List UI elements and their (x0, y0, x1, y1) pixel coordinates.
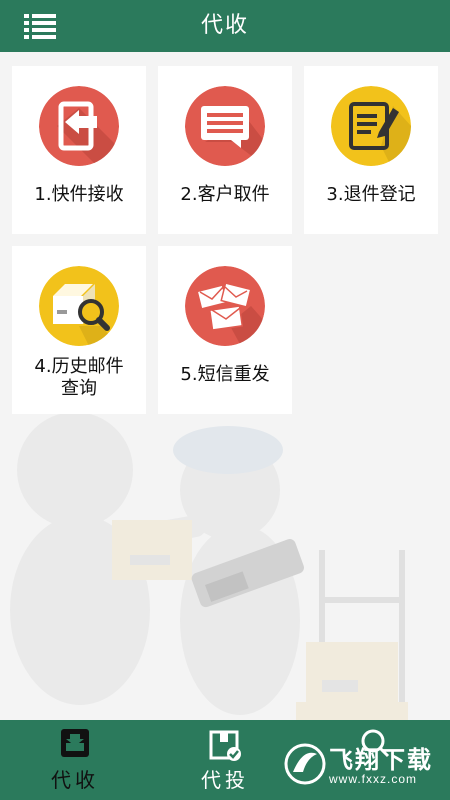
envelopes-icon (185, 266, 265, 346)
tile-label: 3.退件登记 (326, 184, 416, 205)
box-check-icon (208, 726, 242, 766)
tile-label-line1: 4.历史邮件 (34, 356, 124, 377)
tile-label: 5.短信重发 (180, 364, 270, 385)
page-title: 代收 (200, 13, 249, 38)
tab-label: 代投 (201, 768, 249, 792)
sign-in-icon (39, 86, 119, 166)
tab-deliver[interactable]: 代投 (170, 720, 280, 800)
tile-receive-package[interactable]: 1.快件接收 (12, 66, 146, 234)
tile-label-line2: 查询 (61, 378, 97, 399)
tab-receive[interactable]: 代收 (20, 720, 130, 800)
package-search-icon (39, 266, 119, 346)
tab-label: 代收 (51, 768, 99, 792)
app-header: 代收 (0, 0, 450, 52)
tile-sms-resend[interactable]: 5.短信重发 (158, 246, 292, 414)
message-icon (185, 86, 265, 166)
tile-label: 4.历史邮件 查询 (12, 356, 146, 400)
edit-note-icon (331, 86, 411, 166)
watermark-text: 飞翔下载 (329, 747, 433, 774)
watermark-logo: 飞翔下载 www.fxxz.com (283, 740, 441, 792)
tile-label: 2.客户取件 (180, 184, 270, 205)
tile-label: 1.快件接收 (34, 184, 124, 205)
watermark-url: www.fxxz.com (329, 772, 418, 786)
delivery-illustration (0, 410, 450, 720)
tile-history-query[interactable]: 4.历史邮件 查询 (12, 246, 146, 414)
tile-return-register[interactable]: 3.退件登记 (304, 66, 438, 234)
inbox-icon (58, 726, 92, 764)
tile-customer-pickup[interactable]: 2.客户取件 (158, 66, 292, 234)
